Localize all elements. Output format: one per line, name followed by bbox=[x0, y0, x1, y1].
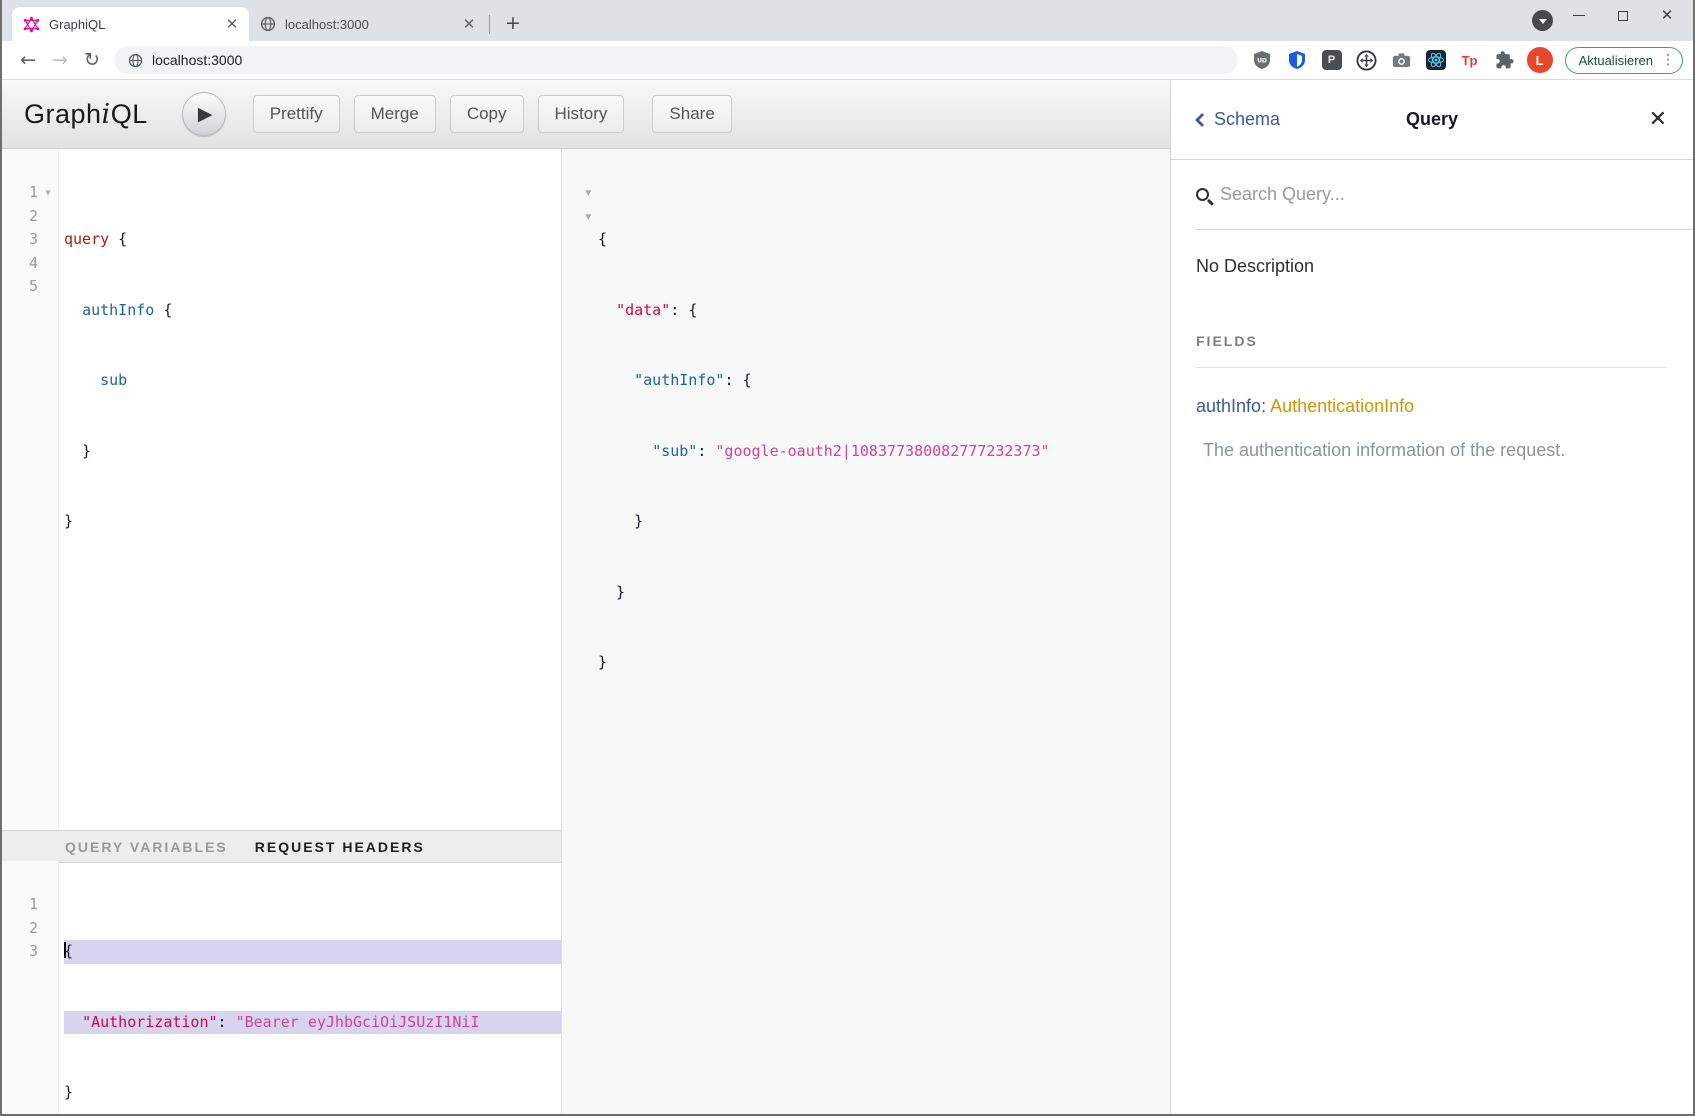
back-icon[interactable]: ← bbox=[12, 49, 44, 71]
tab-search-button[interactable] bbox=[1532, 10, 1553, 31]
move-tool-icon[interactable] bbox=[1356, 50, 1377, 71]
graphiql-logo: GraphiQL bbox=[24, 99, 148, 130]
close-icon: ✕ bbox=[1661, 8, 1674, 23]
docs-fields-heading: FIELDS bbox=[1196, 333, 1667, 349]
result-viewer-pane: ▾ ▾ { "data": { "authInfo": { "sub": "go… bbox=[562, 149, 1170, 1114]
tab-close-icon[interactable]: ✕ bbox=[460, 15, 478, 33]
chevron-down-icon bbox=[1539, 19, 1547, 24]
avatar[interactable]: L bbox=[1527, 47, 1553, 73]
camera-icon[interactable] bbox=[1391, 50, 1412, 71]
update-browser-label: Aktualisieren bbox=[1579, 53, 1653, 68]
request-headers-editor[interactable]: 1 2 3 { "Authorization": "Bearer eyJhbGc… bbox=[2, 863, 561, 1116]
extensions-puzzle-icon[interactable] bbox=[1494, 50, 1515, 71]
globe-icon bbox=[128, 53, 143, 68]
docs-close-button[interactable]: ✕ bbox=[1649, 109, 1667, 131]
extensions-row: UD P bbox=[1250, 50, 1523, 71]
variables-section: QUERY VARIABLES REQUEST HEADERS 1 2 3 { bbox=[2, 830, 561, 1111]
docs-back-link[interactable]: Schema bbox=[1197, 109, 1280, 130]
tab-request-headers[interactable]: REQUEST HEADERS bbox=[255, 839, 425, 855]
docs-search-input[interactable] bbox=[1220, 184, 1673, 205]
search-icon bbox=[1196, 188, 1209, 201]
tab-graphiql[interactable]: GraphiQL ✕ bbox=[12, 7, 249, 41]
headers-code[interactable]: { "Authorization": "Bearer eyJhbGciOiJSU… bbox=[59, 893, 561, 1116]
tab-query-variables[interactable]: QUERY VARIABLES bbox=[65, 839, 228, 855]
browser-toolbar: ← → ↻ localhost:3000 UD bbox=[2, 41, 1693, 80]
tab-strip: GraphiQL ✕ localhost:3000 ✕ + ✕ bbox=[2, 0, 1693, 41]
play-icon: ▶ bbox=[198, 103, 213, 125]
docs-panel: Schema Query ✕ No Description FIELDS aut… bbox=[1170, 80, 1693, 1114]
bitwarden-shield-icon[interactable] bbox=[1287, 50, 1308, 71]
tampermonkey-tp-icon[interactable]: Tp bbox=[1460, 50, 1480, 70]
kebab-menu-icon[interactable]: ⋮ bbox=[1661, 52, 1675, 68]
tab-title: GraphiQL bbox=[49, 17, 223, 32]
maximize-icon bbox=[1618, 11, 1628, 21]
address-bar[interactable]: localhost:3000 bbox=[114, 46, 1238, 74]
new-tab-button[interactable]: + bbox=[499, 9, 527, 37]
window-controls: ✕ bbox=[1557, 2, 1689, 29]
variables-tab-bar: QUERY VARIABLES REQUEST HEADERS bbox=[2, 830, 561, 863]
merge-button[interactable]: Merge bbox=[354, 95, 436, 133]
p-extension-icon[interactable]: P bbox=[1322, 50, 1342, 70]
minimize-icon bbox=[1573, 15, 1585, 17]
docs-body: No Description FIELDS authInfo: Authenti… bbox=[1171, 230, 1693, 461]
docs-field-row: authInfo: AuthenticationInfo bbox=[1196, 396, 1667, 417]
headers-editor-gutter: 1 2 3 bbox=[2, 861, 59, 1116]
tab-close-icon[interactable]: ✕ bbox=[223, 15, 241, 33]
prettify-button[interactable]: Prettify bbox=[253, 95, 340, 133]
fold-arrow-icon[interactable]: ▾ bbox=[562, 205, 591, 229]
query-editor-pane: 1▾ 2 3 4 5 query { authInfo { sub } } bbox=[2, 149, 562, 1114]
history-button[interactable]: History bbox=[538, 95, 625, 133]
editors-area: 1▾ 2 3 4 5 query { authInfo { sub } } bbox=[2, 149, 1170, 1114]
share-button[interactable]: Share bbox=[652, 95, 731, 133]
docs-search-row bbox=[1196, 160, 1693, 230]
minimize-button[interactable] bbox=[1557, 2, 1601, 29]
field-type-link[interactable]: AuthenticationInfo bbox=[1270, 396, 1414, 416]
svg-text:UD: UD bbox=[1257, 58, 1267, 65]
fold-arrow-icon[interactable]: ▾ bbox=[562, 181, 591, 205]
result-json: { "data": { "authInfo": { "sub": "google… bbox=[598, 181, 1050, 1114]
maximize-button[interactable] bbox=[1601, 2, 1645, 29]
reload-icon[interactable]: ↻ bbox=[76, 49, 108, 71]
browser-window: GraphiQL ✕ localhost:3000 ✕ + ✕ bbox=[0, 0, 1695, 1116]
docs-divider bbox=[1196, 367, 1667, 368]
docs-no-description: No Description bbox=[1196, 256, 1667, 277]
forward-icon[interactable]: → bbox=[44, 49, 76, 71]
execute-query-button[interactable]: ▶ bbox=[182, 92, 226, 136]
tab-divider bbox=[489, 15, 490, 34]
docs-back-label: Schema bbox=[1214, 109, 1280, 130]
graphql-logo-icon bbox=[23, 16, 40, 33]
ublock-shield-icon[interactable]: UD bbox=[1252, 50, 1273, 71]
field-name-link[interactable]: authInfo bbox=[1196, 396, 1261, 416]
fold-arrow-icon[interactable]: ▾ bbox=[38, 181, 58, 205]
globe-icon bbox=[260, 16, 276, 32]
tab-title: localhost:3000 bbox=[285, 17, 460, 32]
graphiql-app: GraphiQL ▶ Prettify Merge Copy History S… bbox=[2, 80, 1693, 1114]
react-devtools-icon[interactable] bbox=[1426, 50, 1446, 70]
docs-field-description: The authentication information of the re… bbox=[1203, 440, 1667, 461]
close-button[interactable]: ✕ bbox=[1645, 2, 1689, 29]
graphiql-left: GraphiQL ▶ Prettify Merge Copy History S… bbox=[2, 80, 1170, 1114]
copy-button[interactable]: Copy bbox=[450, 95, 524, 133]
update-browser-button[interactable]: Aktualisieren ⋮ bbox=[1565, 47, 1683, 74]
address-url: localhost:3000 bbox=[152, 52, 242, 68]
result-fold-gutter: ▾ ▾ bbox=[562, 181, 598, 1114]
graphiql-topbar: GraphiQL ▶ Prettify Merge Copy History S… bbox=[2, 80, 1170, 149]
docs-header: Schema Query ✕ bbox=[1171, 80, 1693, 160]
tab-localhost[interactable]: localhost:3000 ✕ bbox=[249, 7, 486, 41]
chevron-left-icon bbox=[1195, 112, 1209, 126]
